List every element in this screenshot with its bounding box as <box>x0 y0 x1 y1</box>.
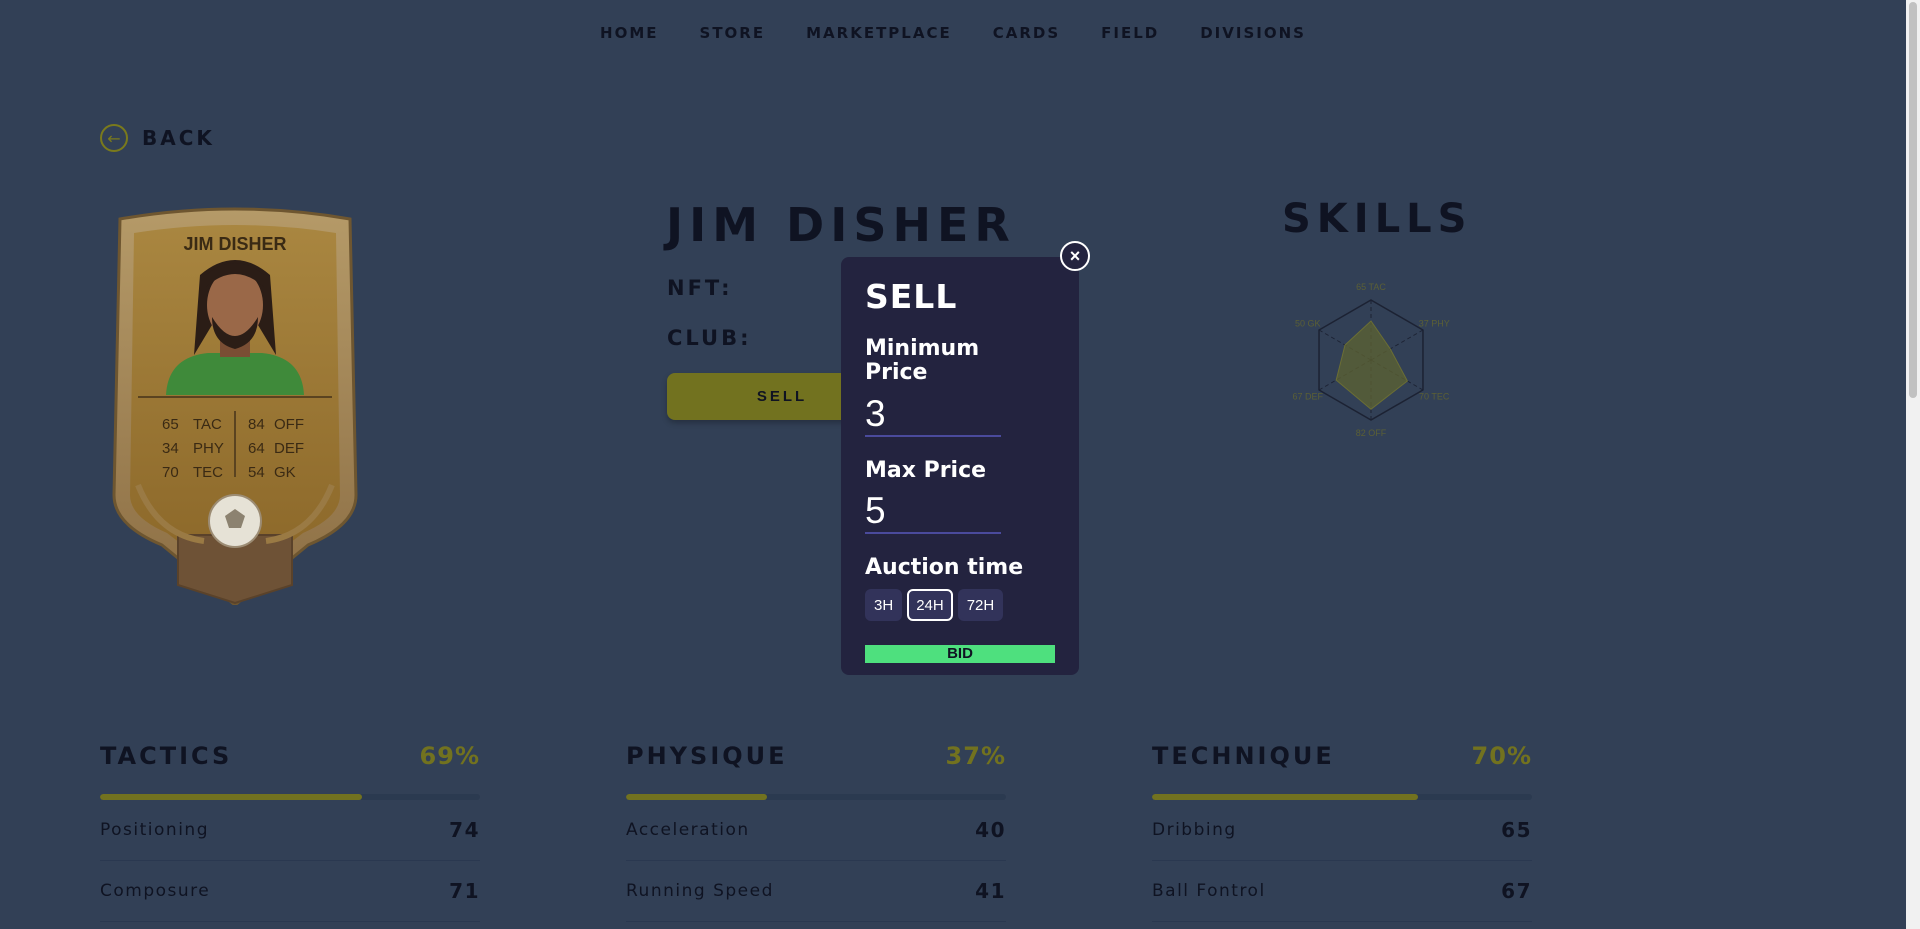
card-stat-gk-value: 54 <box>248 464 265 481</box>
card-stat-phy-value: 34 <box>162 440 179 457</box>
top-nav: HOME STORE MARKETPLACE CARDS FIELD DIVIS… <box>0 24 1906 42</box>
card-stat-tec-value: 70 <box>162 464 179 481</box>
radar-label: 67 DEF <box>1293 392 1324 402</box>
progress-fill <box>1152 794 1418 800</box>
card-stat-def-label: DEF <box>274 440 304 457</box>
close-icon[interactable]: × <box>1060 241 1090 271</box>
nav-cards[interactable]: CARDS <box>993 24 1060 42</box>
modal-title: SELL <box>865 277 958 316</box>
category-percent: 37% <box>945 742 1006 770</box>
stat-label: Dribbing <box>1152 820 1237 840</box>
stat-row: Acceleration 40 <box>626 800 1006 861</box>
radar-label: 70 TEC <box>1419 392 1450 402</box>
card-stat-gk-label: GK <box>274 464 296 481</box>
stat-label: Running Speed <box>626 881 774 901</box>
radar-area <box>1335 320 1409 410</box>
max-price-input[interactable] <box>865 490 1001 534</box>
back-link[interactable]: ← BACK <box>100 124 215 152</box>
arrow-left-icon: ← <box>100 124 128 152</box>
stat-label: Acceleration <box>626 820 750 840</box>
nav-store[interactable]: STORE <box>700 24 766 42</box>
stat-value: 67 <box>1501 879 1532 903</box>
nav-field[interactable]: FIELD <box>1101 24 1159 42</box>
stat-value: 71 <box>449 879 480 903</box>
auction-option-72h[interactable]: 72H <box>957 589 1004 621</box>
minimum-price-input[interactable] <box>865 393 1001 437</box>
stat-row: Positioning 74 <box>100 800 480 861</box>
category-title: TACTICS <box>100 742 233 770</box>
back-label: BACK <box>142 126 215 150</box>
category-percent: 70% <box>1471 742 1532 770</box>
radar-label: 65 TAC <box>1356 282 1386 292</box>
sell-modal: SELL Minimum Price Max Price Auction tim… <box>841 257 1079 675</box>
scrollbar[interactable] <box>1906 0 1920 929</box>
auction-option-24h[interactable]: 24H <box>907 589 953 621</box>
club-label: CLUB: <box>667 326 752 350</box>
scrollbar-thumb[interactable] <box>1909 2 1917 398</box>
card-stat-off-value: 84 <box>248 416 265 433</box>
stat-label: Composure <box>100 881 211 901</box>
player-name: JIM DISHER <box>666 198 1016 252</box>
stat-row: Dribbing 65 <box>1152 800 1532 861</box>
card-stat-off-label: OFF <box>274 416 304 433</box>
nav-divisions[interactable]: DIVISIONS <box>1200 24 1306 42</box>
card-stat-def-value: 64 <box>248 440 265 457</box>
stat-value: 40 <box>975 818 1006 842</box>
stat-row: Ball Fontrol 67 <box>1152 861 1532 922</box>
stat-value: 41 <box>975 879 1006 903</box>
skills-radar-chart: 65 TAC 37 PHY 70 TEC 82 OFF 67 DEF 50 GK <box>1293 282 1450 438</box>
card-name: JIM DISHER <box>183 234 286 254</box>
nav-marketplace[interactable]: MARKETPLACE <box>806 24 952 42</box>
progress-fill <box>100 794 363 800</box>
player-card: JIM DISHER 65 TAC 34 PHY 70 TEC 84 OFF 6… <box>112 207 358 605</box>
stat-label: Ball Fontrol <box>1152 881 1266 901</box>
nav-home[interactable]: HOME <box>600 24 658 42</box>
auction-time-label: Auction time <box>865 555 1024 580</box>
category-tactics: TACTICS 69% Positioning 74 Composure 71 <box>100 742 480 922</box>
max-price-label: Max Price <box>865 458 987 483</box>
nft-label: NFT: <box>667 276 733 300</box>
stat-label: Positioning <box>100 820 209 840</box>
progress-bar <box>626 794 1006 800</box>
minimum-price-label: Minimum Price <box>865 336 980 385</box>
category-title: PHYSIQUE <box>626 742 788 770</box>
card-stat-phy-label: PHY <box>193 440 224 457</box>
radar-label: 37 PHY <box>1419 319 1450 329</box>
stat-value: 65 <box>1501 818 1532 842</box>
progress-bar <box>1152 794 1532 800</box>
stat-row: Running Speed 41 <box>626 861 1006 922</box>
category-title: TECHNIQUE <box>1152 742 1335 770</box>
radar-label: 82 OFF <box>1356 428 1387 438</box>
card-stat-tac-value: 65 <box>162 416 179 433</box>
card-stat-tec-label: TEC <box>193 464 223 481</box>
auction-option-3h[interactable]: 3H <box>865 589 903 621</box>
auction-time-options: 3H 24H 72H <box>865 589 1004 621</box>
card-stat-tac-label: TAC <box>193 416 222 433</box>
skills-title: SKILLS <box>1282 196 1473 242</box>
stat-value: 74 <box>449 818 480 842</box>
bid-button[interactable]: BID <box>865 645 1055 663</box>
progress-bar <box>100 794 480 800</box>
progress-fill <box>626 794 767 800</box>
stat-row: Composure 71 <box>100 861 480 922</box>
category-percent: 69% <box>419 742 480 770</box>
category-physique: PHYSIQUE 37% Acceleration 40 Running Spe… <box>626 742 1006 922</box>
category-technique: TECHNIQUE 70% Dribbing 65 Ball Fontrol 6… <box>1152 742 1532 922</box>
radar-label: 50 GK <box>1295 319 1321 329</box>
